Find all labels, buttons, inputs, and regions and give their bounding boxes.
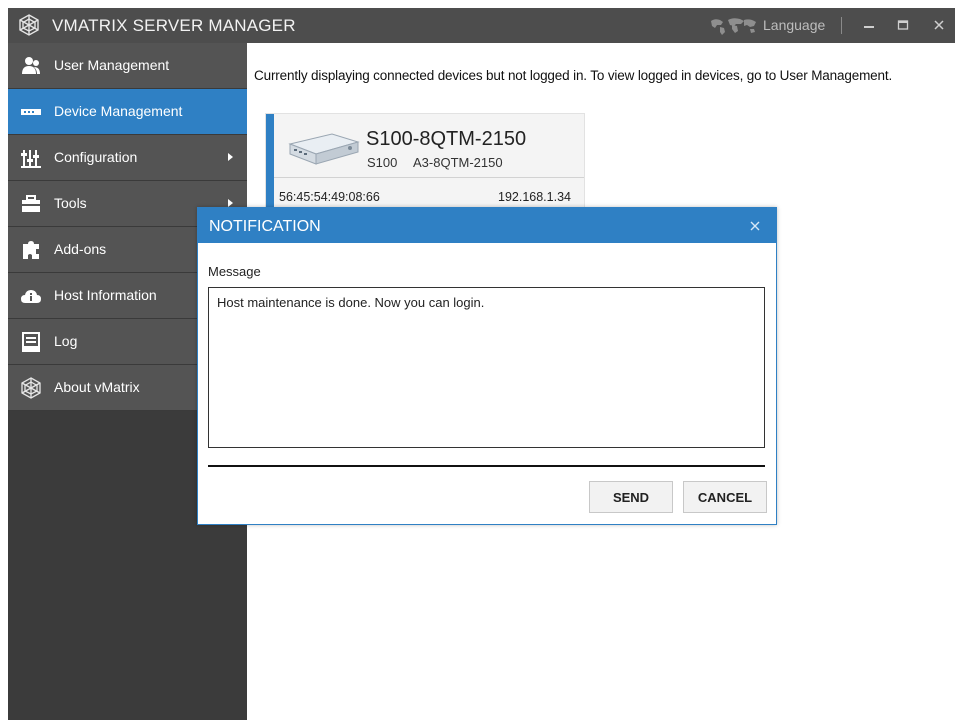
message-text: Host maintenance is done. Now you can lo… [217,295,485,310]
world-map-icon[interactable] [708,16,758,36]
sidebar-item-label: Tools [54,195,87,211]
device-icon [21,109,41,115]
dialog-header: NOTIFICATION [198,208,776,243]
sliders-icon [21,150,41,168]
message-label: Message [208,264,261,279]
minimize-icon [864,26,874,28]
title-separator [841,17,842,34]
submenu-arrow-icon [228,153,233,161]
device-image-icon [288,133,360,165]
sidebar-item-label: Log [54,333,78,349]
puzzle-icon [23,241,39,259]
submenu-arrow-icon [228,199,233,207]
maximize-icon [897,20,909,30]
sidebar-item-label: Host Information [54,287,157,303]
message-textarea[interactable]: Host maintenance is done. Now you can lo… [208,287,765,448]
log-icon [22,332,40,352]
device-card-divider [274,177,584,178]
sidebar-item-label: Add-ons [54,241,107,257]
device-type: A3-8QTM-2150 [413,155,503,170]
notification-dialog: NOTIFICATION Message Host maintenance is… [197,207,777,525]
cloud-info-icon [21,290,41,303]
sidebar-item-label: Device Management [54,103,183,119]
app-window: VMATRIX SERVER MANAGER Language User Man… [8,8,955,720]
device-ip-address: 192.168.1.34 [498,190,571,204]
device-card-accent [266,114,274,214]
sidebar-item-label: Configuration [54,149,138,165]
toolbox-icon [22,195,40,212]
dialog-title: NOTIFICATION [209,218,321,235]
sidebar-item-configuration[interactable]: Configuration [8,135,247,181]
app-title: VMATRIX SERVER MANAGER [52,16,296,35]
close-icon [934,20,944,30]
sidebar-item-user-management[interactable]: User Management [8,43,247,89]
device-name: S100-8QTM-2150 [366,128,527,150]
about-logo-icon [21,377,41,399]
maximize-button[interactable] [892,14,914,36]
dialog-divider [208,465,765,467]
info-message: Currently displaying connected devices b… [254,68,893,83]
device-model: S100 [367,155,398,170]
device-mac-address: 56:45:54:49:08:66 [279,190,380,204]
dialog-close-icon[interactable] [748,219,762,233]
title-bar: VMATRIX SERVER MANAGER Language [8,8,955,43]
sidebar-item-device-management[interactable]: Device Management [8,89,247,135]
user-icon [22,57,40,74]
device-card[interactable]: S100-8QTM-2150 S100 A3-8QTM-2150 56:45:5… [265,113,585,214]
close-button[interactable] [928,14,950,36]
cancel-button[interactable]: CANCEL [683,481,767,513]
sidebar-item-label: User Management [54,57,170,73]
send-button[interactable]: SEND [589,481,673,513]
minimize-button[interactable] [858,14,880,36]
app-logo-icon [19,14,39,36]
sidebar-item-label: About vMatrix [54,379,140,395]
language-selector[interactable]: Language [763,17,825,33]
